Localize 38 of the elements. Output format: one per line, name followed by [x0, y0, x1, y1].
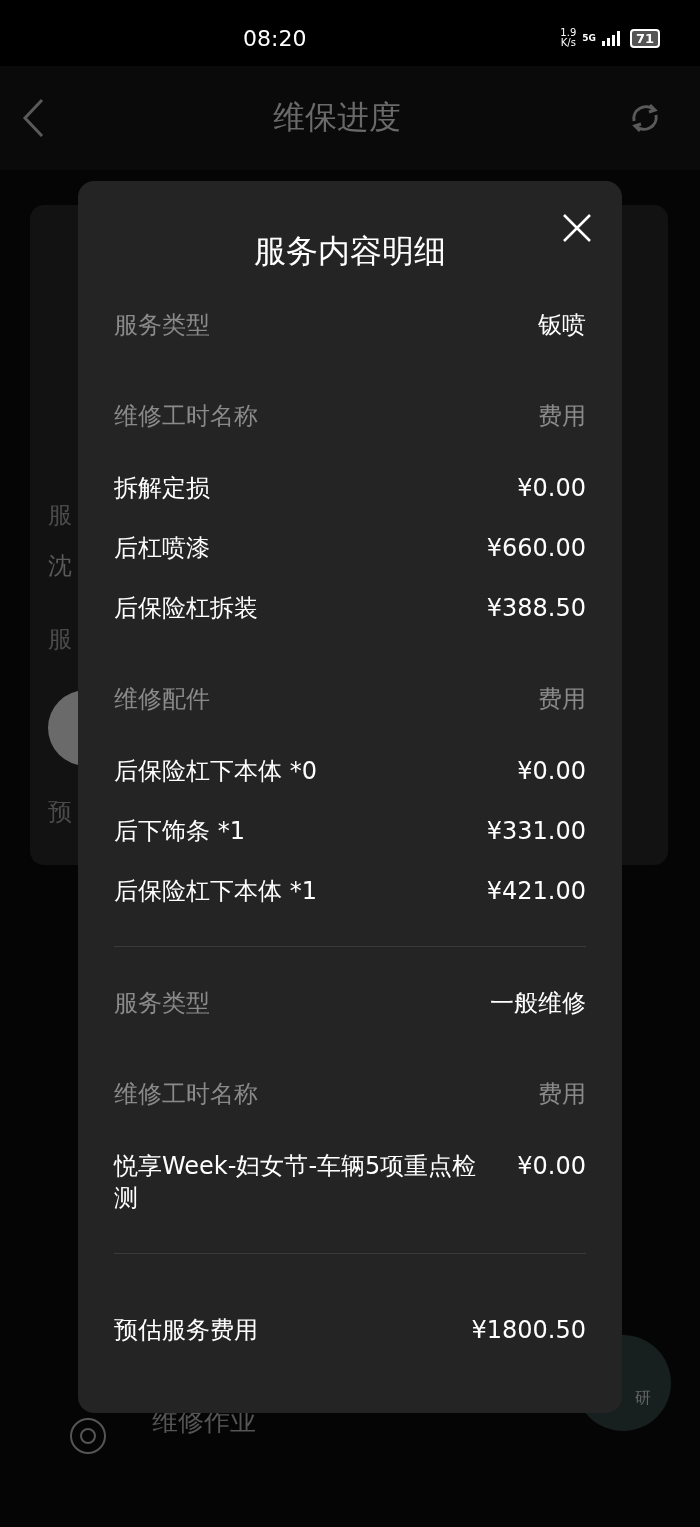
background-text: 沈	[48, 551, 73, 581]
battery-level: 71	[629, 28, 660, 48]
total-label: 预估服务费用	[114, 1315, 258, 1346]
background-text: 服	[48, 624, 73, 654]
step-icon	[68, 1416, 108, 1456]
background-text: 服	[48, 500, 73, 530]
service-type-label: 服务类型	[114, 988, 210, 1019]
line-item-price: ¥0.00	[517, 1151, 586, 1182]
line-item-price: ¥388.50	[486, 593, 586, 624]
column-heading: 维修配件	[114, 684, 210, 715]
network-speed: 1.9 K/s	[560, 28, 577, 48]
line-item-price: ¥331.00	[486, 816, 586, 847]
service-type-value: 钣喷	[538, 310, 586, 341]
column-heading: 费用	[538, 1079, 586, 1110]
line-item-name: 后保险杠拆装	[114, 593, 258, 624]
service-type-value: 一般维修	[490, 988, 586, 1019]
back-icon[interactable]	[22, 98, 46, 138]
column-heading: 费用	[538, 401, 586, 432]
line-item-name: 后下饰条 *1	[114, 816, 245, 847]
line-item-price: ¥421.00	[486, 876, 586, 907]
line-item-name: 后保险杠下本体 *0	[114, 756, 317, 787]
column-heading: 维修工时名称	[114, 1079, 258, 1110]
line-item-name: 拆解定损	[114, 473, 210, 504]
line-item-name: 悦享Week-妇女节-车辆5项重点检测	[114, 1151, 478, 1214]
dialog-title: 服务内容明细	[253, 231, 447, 271]
column-heading: 维修工时名称	[114, 401, 258, 432]
page-title: 维保进度	[273, 97, 401, 138]
close-icon[interactable]	[562, 213, 592, 243]
status-time: 08:20	[243, 26, 307, 51]
line-item-price: ¥660.00	[486, 533, 586, 564]
service-type-label: 服务类型	[114, 310, 210, 341]
line-item-name: 后保险杠下本体 *1	[114, 876, 317, 907]
network-type: 5G	[582, 33, 596, 43]
background-text: 预	[48, 797, 73, 827]
line-item-price: ¥0.00	[517, 756, 586, 787]
column-heading: 费用	[538, 684, 586, 715]
line-item-price: ¥0.00	[517, 473, 586, 504]
line-item-name: 后杠喷漆	[114, 533, 210, 564]
